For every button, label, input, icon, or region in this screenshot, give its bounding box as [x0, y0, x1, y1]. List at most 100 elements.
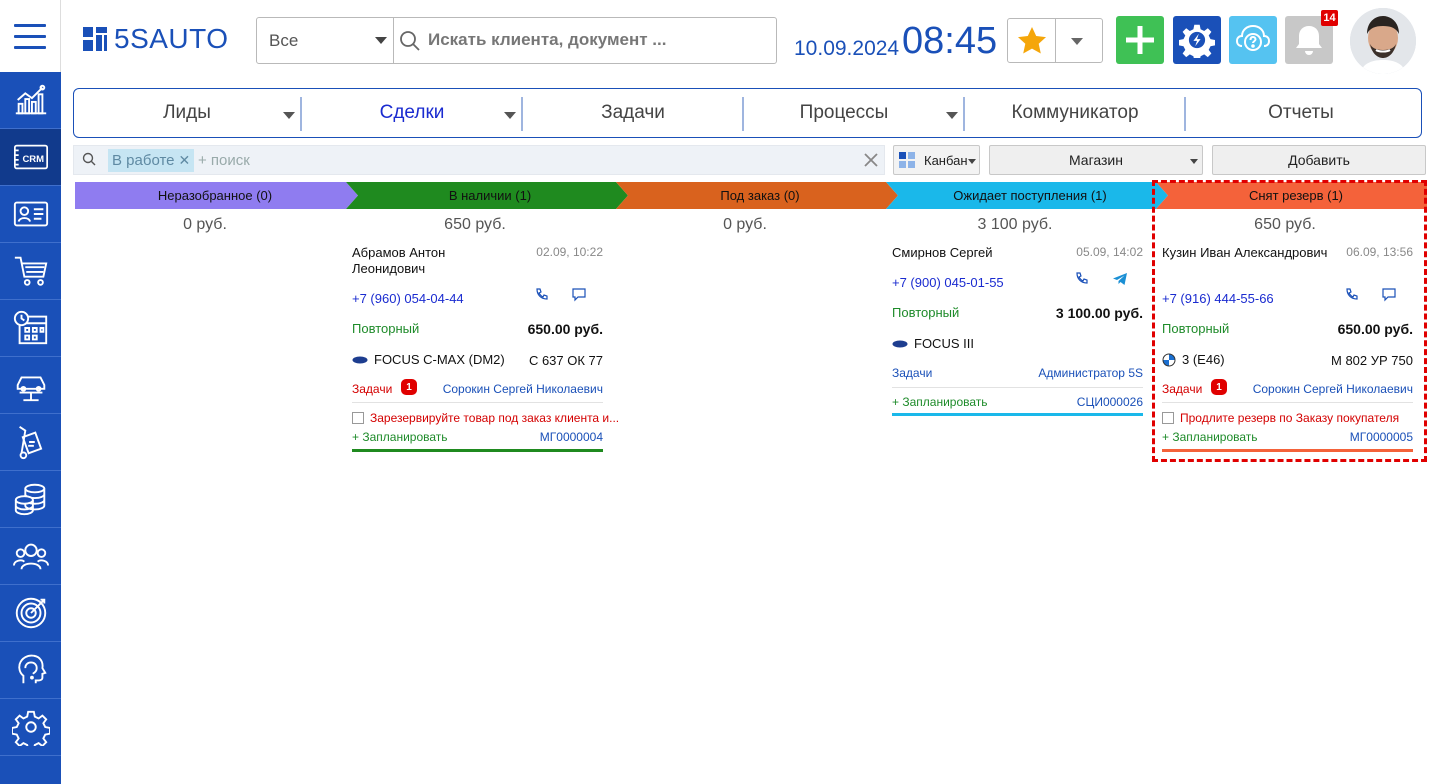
vehicle-plate: С 637 ОК 77: [528, 353, 603, 368]
vehicle: FOCUS III: [892, 336, 974, 351]
stage-header[interactable]: Ожидает поступления (1): [895, 182, 1165, 209]
search-icon: [400, 31, 420, 51]
client-phone[interactable]: +7 (960) 054-04-44: [352, 291, 464, 306]
logo-text: 5SAUTO: [114, 23, 229, 54]
client-type: Повторный: [352, 321, 420, 336]
cart-icon[interactable]: [0, 243, 61, 300]
phone-icon[interactable]: [1074, 271, 1090, 287]
tasks-label[interactable]: Задачи: [352, 382, 392, 396]
hamburger-icon: [14, 23, 46, 27]
deal-card[interactable]: Абрамов Антон Леонидович 02.09, 10:22 +7…: [352, 245, 619, 455]
stage-sum: 0 руб.: [183, 216, 227, 233]
avatar[interactable]: [1350, 8, 1416, 74]
stage-sum: 650 руб.: [444, 216, 506, 233]
tab-deals[interactable]: Сделки: [302, 89, 522, 137]
logo-icon: [83, 27, 107, 51]
task-checkbox[interactable]: [352, 412, 364, 424]
search-input[interactable]: Искать клиента, документ ...: [428, 30, 666, 50]
deal-number[interactable]: МГ0000004: [540, 430, 603, 444]
stage-sum: 0 руб.: [723, 216, 767, 233]
current-date: 10.09.2024: [794, 37, 900, 60]
task-text[interactable]: Зарезервируйте товар под заказ клиента и…: [370, 411, 619, 425]
kanban-icon: [899, 152, 915, 168]
add-deal-button[interactable]: Добавить: [1212, 145, 1426, 175]
client-name[interactable]: Абрамов Антон Леонидович: [352, 245, 522, 277]
shop-label: Магазин: [1068, 152, 1123, 168]
notifications-badge: 14: [1321, 10, 1338, 26]
telegram-icon[interactable]: [1112, 271, 1128, 287]
ford-logo-icon: [352, 356, 368, 363]
responsible[interactable]: Сорокин Сергей Николаевич: [443, 382, 603, 396]
target-icon[interactable]: [0, 585, 61, 642]
chevron-down-icon[interactable]: [283, 112, 295, 119]
responsible[interactable]: Администратор 5S: [1038, 366, 1143, 380]
car-lift-icon[interactable]: [0, 357, 61, 414]
stage-header[interactable]: В наличии (1): [355, 182, 625, 209]
stage-header[interactable]: Неразобранное (0): [75, 182, 355, 209]
settings-bolt-icon: [1179, 24, 1215, 58]
user-avatar-icon: [1350, 8, 1416, 74]
stage-sum: 3 100 руб.: [977, 216, 1053, 233]
bell-icon: [1296, 26, 1322, 55]
svg-text:CRM: CRM: [22, 154, 44, 165]
coins-icon[interactable]: [0, 471, 61, 528]
vehicle-model: FOCUS C-MAX (DM2): [374, 352, 505, 367]
favorites-button[interactable]: [1007, 18, 1103, 63]
star-icon: [1018, 27, 1046, 54]
chevron-down-icon: [968, 159, 976, 164]
tab-communicator[interactable]: Коммуникатор: [965, 89, 1185, 137]
support-icon[interactable]: [0, 642, 61, 699]
tab-tasks[interactable]: Задачи: [523, 89, 743, 137]
filter-chip[interactable]: В работе ✕: [108, 149, 195, 172]
gear-icon[interactable]: [0, 699, 61, 756]
contacts-icon[interactable]: [0, 186, 61, 243]
deal-date: 05.09, 14:02: [1076, 245, 1143, 259]
deal-number[interactable]: СЦИ000026: [1077, 395, 1143, 409]
deal-amount: 3 100.00 руб.: [1055, 305, 1143, 321]
phone-icon[interactable]: [534, 287, 550, 303]
filter-search-input[interactable]: + поиск: [198, 152, 250, 169]
view-mode-select[interactable]: Канбан: [893, 145, 980, 175]
vehicle-model: FOCUS III: [914, 336, 974, 351]
plan-link[interactable]: + Запланировать: [352, 430, 448, 444]
shop-select[interactable]: Магазин: [989, 145, 1203, 175]
deal-date: 02.09, 10:22: [536, 245, 603, 259]
global-search: Все Искать клиента, документ ...: [256, 17, 777, 64]
parts-icon[interactable]: [0, 414, 61, 471]
search-scope-value: Все: [269, 30, 299, 50]
calendar-icon[interactable]: [0, 300, 61, 357]
client-phone[interactable]: +7 (900) 045-01-55: [892, 275, 1004, 290]
plan-link[interactable]: + Запланировать: [892, 395, 988, 409]
stage-header[interactable]: Под заказ (0): [625, 182, 895, 209]
deal-card[interactable]: Смирнов Сергей 05.09, 14:02 +7 (900) 045…: [892, 245, 1143, 420]
sidebar: CRM: [0, 72, 61, 784]
chevron-down-icon[interactable]: [946, 112, 958, 119]
deal-amount: 650.00 руб.: [527, 321, 603, 337]
close-icon[interactable]: ✕: [179, 152, 191, 169]
chevron-down-icon[interactable]: [1071, 38, 1083, 45]
tasks-label[interactable]: Задачи: [892, 366, 932, 380]
chevron-down-icon[interactable]: [504, 112, 516, 119]
team-icon[interactable]: [0, 528, 61, 585]
ford-logo-icon: [892, 340, 908, 347]
view-mode-label: Канбан: [924, 152, 968, 168]
highlight-frame: [1152, 180, 1427, 462]
tab-leads[interactable]: Лиды: [74, 89, 300, 137]
create-button[interactable]: [1116, 16, 1164, 64]
chevron-down-icon: [1190, 159, 1198, 164]
chevron-down-icon: [375, 37, 387, 44]
crm-icon[interactable]: CRM: [0, 129, 61, 186]
search-scope-select[interactable]: Все: [257, 18, 394, 63]
tab-processes[interactable]: Процессы: [744, 89, 944, 137]
client-name[interactable]: Смирнов Сергей: [892, 245, 1062, 261]
tab-reports[interactable]: Отчеты: [1186, 89, 1416, 137]
menu-button[interactable]: [0, 0, 61, 72]
chart-icon[interactable]: [0, 72, 61, 129]
settings-button[interactable]: [1173, 16, 1221, 64]
clear-icon[interactable]: [862, 151, 880, 169]
app-logo[interactable]: 5SAUTO: [82, 22, 229, 56]
chat-icon[interactable]: [571, 286, 587, 302]
filter-bar[interactable]: В работе ✕ + поиск: [73, 145, 885, 175]
search-icon: [82, 152, 96, 166]
help-button[interactable]: [1229, 16, 1277, 64]
